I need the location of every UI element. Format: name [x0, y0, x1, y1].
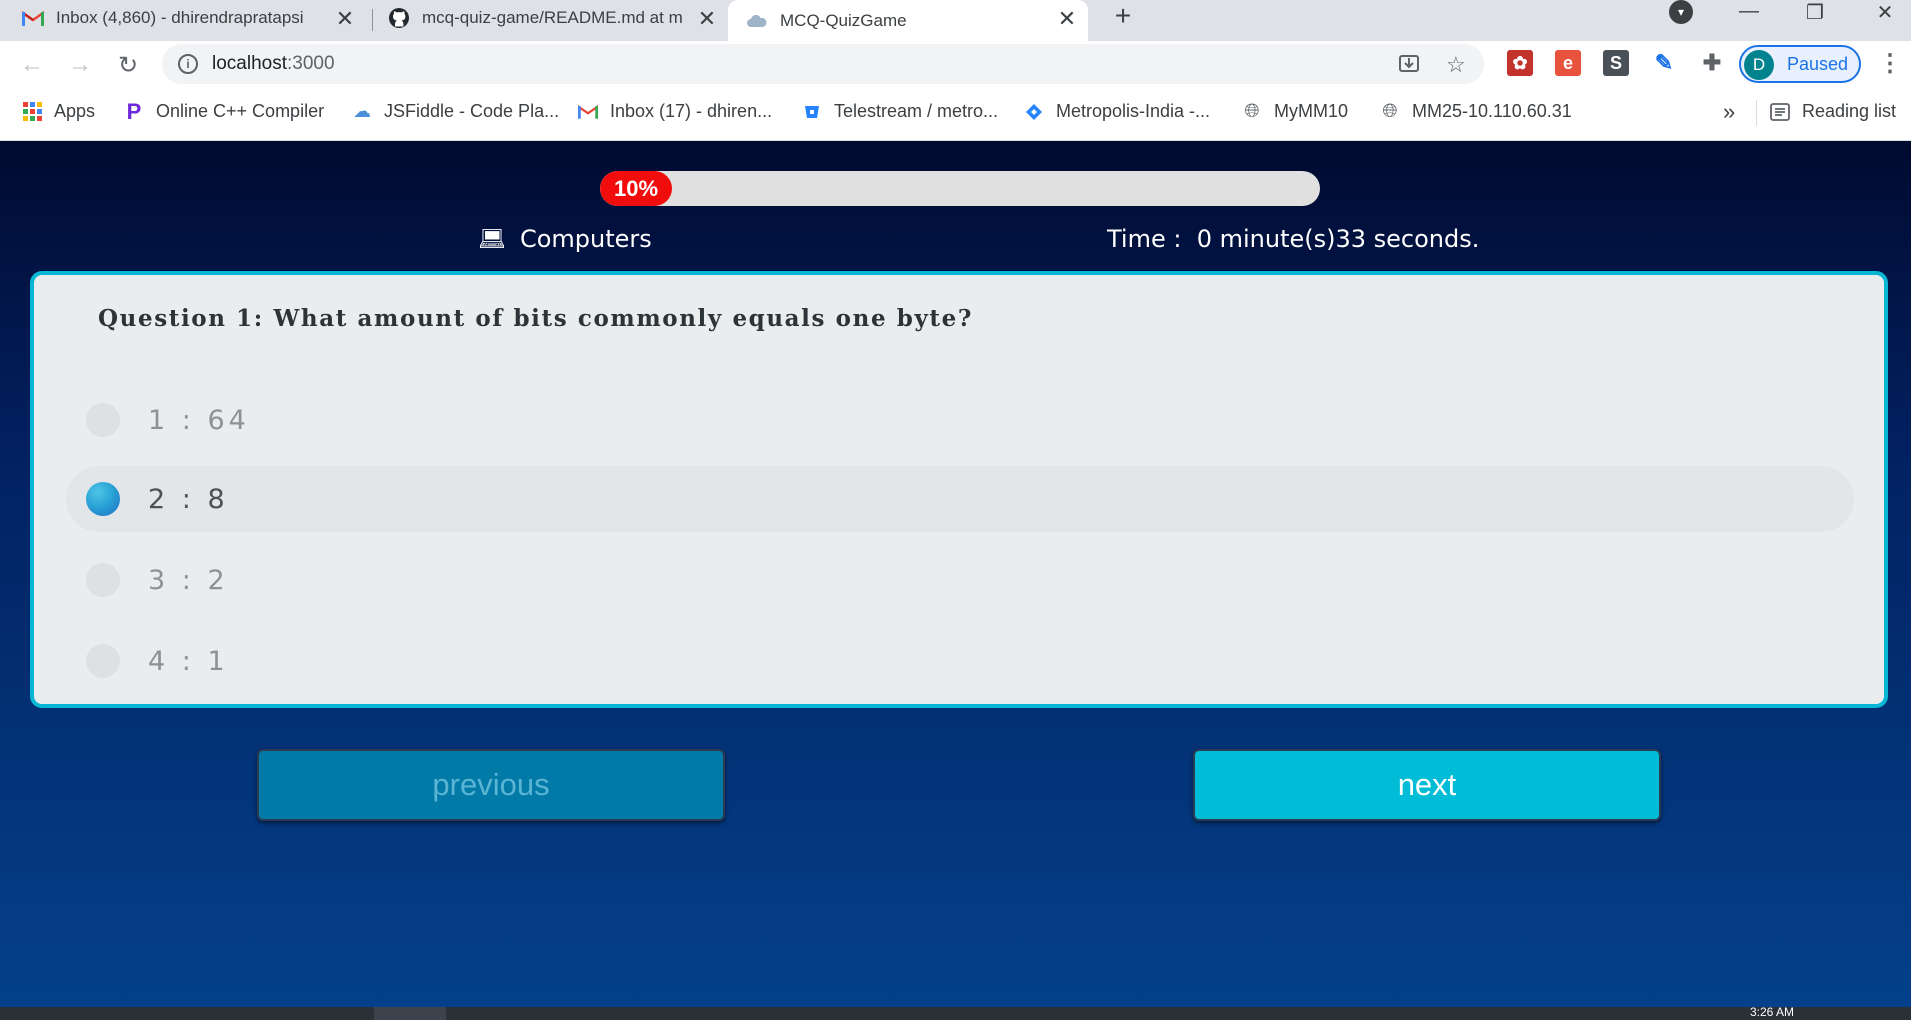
bookmark-apps[interactable]: Apps — [22, 101, 95, 122]
bookmark-label: MyMM10 — [1274, 101, 1349, 121]
timer-label: Time : — [1107, 225, 1182, 253]
profile-paused-button[interactable]: D Paused — [1739, 45, 1861, 83]
bitbucket-icon — [802, 102, 822, 122]
radio-button[interactable] — [86, 644, 120, 678]
globe-icon: 🌐︎ — [1382, 100, 1398, 122]
reading-list-button[interactable]: Reading list — [1770, 101, 1896, 122]
reload-icon[interactable]: ↻ — [112, 49, 144, 81]
os-taskbar: 3:26 AM — [0, 1005, 1911, 1020]
tab-separator — [372, 9, 373, 31]
cloud-favicon-icon — [746, 10, 768, 32]
apps-grid-icon — [22, 102, 42, 122]
address-bar[interactable]: i localhost:3000 ☆ — [162, 44, 1484, 84]
close-tab-icon[interactable]: ✕ — [334, 6, 356, 32]
category-label: Computers — [519, 225, 652, 253]
taskbar-active-app[interactable] — [374, 1007, 446, 1020]
question-card: Question 1: What amount of bits commonly… — [30, 271, 1888, 708]
laptop-icon: 💻︎ — [478, 226, 506, 252]
bookmark-mymm10[interactable]: 🌐︎ MyMM10 — [1242, 101, 1348, 122]
progress-fill: 10% — [600, 171, 672, 206]
question-text: Question 1: What amount of bits commonly… — [98, 305, 973, 332]
bookmark-telestream[interactable]: Telestream / metro... — [802, 101, 998, 122]
restore-icon[interactable]: ❐ — [1800, 0, 1830, 25]
tab-title: MCQ-QuizGame — [780, 10, 907, 30]
bookmark-label: Inbox (17) - dhiren... — [610, 101, 773, 121]
option-1[interactable]: 1 : 64 — [66, 387, 1854, 453]
close-tab-icon[interactable]: ✕ — [1056, 6, 1078, 32]
radio-button-selected[interactable] — [86, 482, 120, 516]
close-tab-icon[interactable]: ✕ — [696, 6, 718, 32]
category: 💻︎ Computers — [478, 225, 652, 253]
timer: Time : 0 minute(s)33 seconds. — [1107, 225, 1479, 253]
tab-github-readme[interactable]: mcq-quiz-game/README.md at m ✕ — [388, 0, 728, 36]
quiz-app: 10% 💻︎ Computers Time : 0 minute(s)33 se… — [0, 141, 1911, 1007]
bookmarks-divider — [1756, 100, 1757, 126]
option-3[interactable]: 3 : 2 — [66, 547, 1854, 613]
progress-bar: 10% — [600, 171, 1320, 206]
tab-gmail-inbox[interactable]: Inbox (4,860) - dhirendrapratapsi ✕ — [22, 0, 366, 36]
reading-list-icon — [1770, 102, 1790, 122]
back-arrow-icon[interactable]: ← — [16, 49, 48, 81]
globe-icon: 🌐︎ — [1244, 100, 1260, 122]
jira-icon — [1024, 102, 1044, 122]
bookmark-online-cpp-compiler[interactable]: P Online C++ Compiler — [124, 98, 325, 124]
extension-e-icon[interactable]: e — [1555, 50, 1581, 76]
bookmark-jsfiddle[interactable]: ☁ JSFiddle - Code Pla... — [352, 101, 559, 122]
option-4[interactable]: 4 : 1 — [66, 628, 1854, 694]
option-text: 3 : 2 — [148, 564, 229, 596]
tab-strip: Inbox (4,860) - dhirendrapratapsi ✕ mcq-… — [0, 0, 1911, 41]
previous-button[interactable]: previous — [257, 749, 725, 821]
more-bookmarks-chevron-icon[interactable]: » — [1723, 99, 1735, 125]
timer-value: 0 minute(s)33 seconds. — [1196, 225, 1480, 253]
bookmark-label: MM25-10.110.60.31 — [1412, 101, 1572, 121]
avatar: D — [1744, 50, 1774, 80]
next-button[interactable]: next — [1193, 749, 1661, 821]
extension-s-icon[interactable]: S — [1603, 50, 1629, 76]
tab-title: Inbox (4,860) - dhirendrapratapsi — [56, 8, 304, 27]
radio-button[interactable] — [86, 403, 120, 437]
url-text[interactable]: localhost:3000 — [212, 53, 335, 75]
radio-button[interactable] — [86, 563, 120, 597]
bookmark-mm25[interactable]: 🌐︎ MM25-10.110.60.31 — [1380, 100, 1572, 122]
option-text: 2 : 8 — [148, 483, 229, 515]
bookmark-gmail-inbox[interactable]: Inbox (17) - dhiren... — [578, 101, 772, 122]
option-2[interactable]: 2 : 8 — [66, 466, 1854, 532]
bookmarks-bar: Apps P Online C++ Compiler ☁ JSFiddle - … — [0, 87, 1911, 141]
bookmark-label: Metropolis-India -... — [1056, 101, 1211, 121]
bookmark-label: JSFiddle - Code Pla... — [384, 101, 560, 121]
bookmark-label: Apps — [54, 101, 96, 121]
bookmark-label: Online C++ Compiler — [156, 101, 325, 121]
browser-toolbar: ← → ↻ i localhost:3000 ☆ ✿ e S ✎ ✚ D Pau… — [0, 41, 1911, 87]
tab-search-chevron-icon[interactable]: ▾ — [1669, 0, 1693, 24]
gmail-icon — [22, 7, 44, 29]
browser-menu-icon[interactable]: ⋮ — [1878, 49, 1902, 78]
jsfiddle-icon: ☁ — [353, 101, 371, 121]
tab-mcq-quizgame[interactable]: MCQ-QuizGame ✕ — [728, 0, 1088, 41]
taskbar-clock: 3:26 AM — [1750, 1005, 1795, 1019]
site-info-icon[interactable]: i — [178, 54, 198, 74]
extensions-puzzle-icon[interactable]: ✚ — [1699, 50, 1725, 76]
profile-status: Paused — [1787, 54, 1849, 74]
extension-pen-icon[interactable]: ✎ — [1651, 50, 1677, 76]
minimize-icon[interactable]: — — [1734, 0, 1764, 23]
bookmark-metropolis-india[interactable]: Metropolis-India -... — [1024, 101, 1210, 122]
reading-list-label: Reading list — [1802, 101, 1897, 121]
extension-red-paw-icon[interactable]: ✿ — [1507, 50, 1533, 76]
bookmark-star-icon[interactable]: ☆ — [1446, 52, 1466, 78]
programiz-icon: P — [126, 98, 142, 124]
new-tab-plus-icon[interactable]: + — [1108, 0, 1138, 31]
install-app-icon[interactable] — [1398, 52, 1420, 80]
close-window-icon[interactable]: ✕ — [1870, 0, 1900, 25]
progress-label: 10% — [613, 175, 659, 201]
gmail-icon — [578, 102, 598, 122]
github-icon — [388, 7, 410, 29]
option-text: 1 : 64 — [148, 404, 250, 436]
forward-arrow-icon[interactable]: → — [64, 49, 96, 81]
option-text: 4 : 1 — [148, 645, 229, 677]
bookmark-label: Telestream / metro... — [834, 101, 999, 121]
tab-title: mcq-quiz-game/README.md at m — [422, 8, 683, 27]
